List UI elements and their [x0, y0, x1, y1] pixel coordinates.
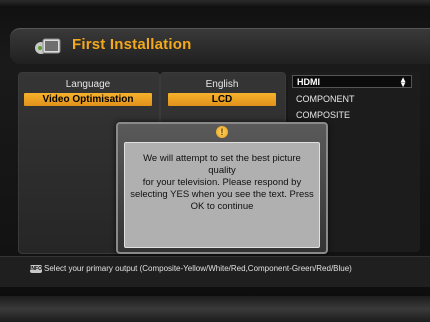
bottom-bar: [0, 296, 430, 322]
info-badge: INFO: [30, 265, 42, 273]
page-title: First Installation: [72, 36, 192, 53]
screen: First Installation Language Video Optimi…: [0, 0, 430, 322]
dialog-line: for your television. Please respond by: [142, 177, 302, 188]
output-select-value: HDMI: [297, 77, 320, 87]
dialog-line: OK to continue: [190, 201, 254, 212]
dialog-message: We will attempt to set the best picture …: [129, 153, 315, 213]
dialog-line: selecting YES when you see the text. Pre…: [130, 189, 314, 200]
dialog-message-box: We will attempt to set the best picture …: [124, 142, 320, 248]
output-option-component[interactable]: COMPONENT: [296, 94, 355, 104]
exclamation-icon: !: [216, 126, 228, 138]
picture-quality-dialog: ! We will attempt to set the best pictur…: [116, 122, 328, 254]
value-language[interactable]: English: [160, 79, 284, 90]
header-bar: First Installation: [10, 28, 430, 64]
help-text: Select your primary output (Composite-Ye…: [44, 264, 352, 273]
output-option-composite[interactable]: COMPOSITE: [296, 110, 350, 120]
menu-item-video-optimisation[interactable]: Video Optimisation: [24, 93, 152, 106]
installation-icon: [34, 36, 62, 56]
top-bevel: [0, 0, 430, 8]
dialog-line: We will attempt to set the best picture …: [143, 153, 301, 176]
value-video-optimisation[interactable]: LCD: [168, 93, 276, 106]
output-select[interactable]: HDMI ▲ ▼: [292, 75, 412, 89]
menu-item-language[interactable]: Language: [18, 79, 158, 90]
up-down-arrows-icon: ▲ ▼: [399, 75, 407, 89]
